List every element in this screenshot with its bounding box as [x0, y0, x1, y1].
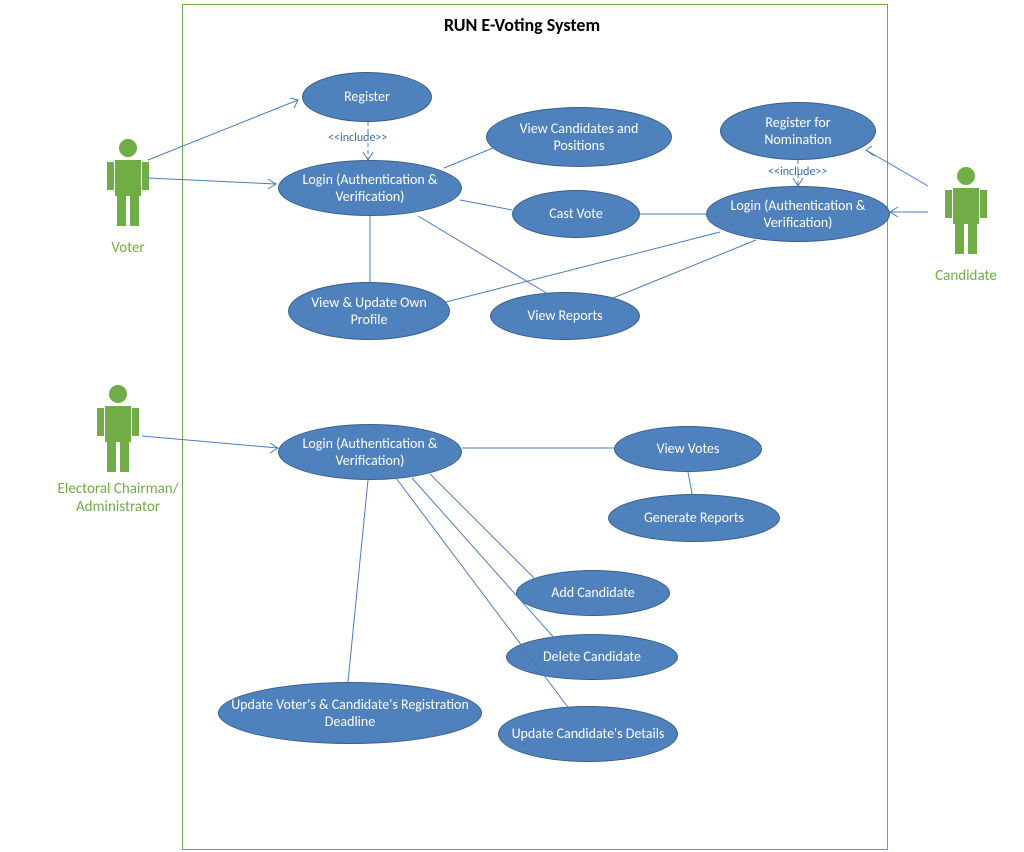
usecase-register-nomination: Register for Nomination — [720, 102, 876, 160]
usecase-view-reports: View Reports — [490, 292, 640, 340]
actor-voter: Voter — [98, 138, 158, 257]
actor-admin-label-1: Electoral Chairman/ — [48, 480, 188, 498]
usecase-login-admin: Login (Authentication & Verification) — [278, 424, 462, 480]
actor-admin: Electoral Chairman/ Administrator — [48, 384, 188, 516]
usecase-view-candidates: View Candidates and Positions — [486, 107, 672, 167]
usecase-login-voter: Login (Authentication & Verification) — [278, 160, 462, 216]
usecase-add-candidate: Add Candidate — [516, 570, 670, 616]
usecase-login-candidate: Login (Authentication & Verification) — [706, 186, 890, 242]
actor-candidate-label: Candidate — [926, 267, 1006, 285]
usecase-cast-vote: Cast Vote — [512, 190, 640, 238]
actor-admin-label-2: Administrator — [48, 498, 188, 516]
actor-candidate: Candidate — [926, 166, 1006, 285]
diagram-title: RUN E-Voting System — [444, 14, 600, 36]
include-label-candidate: <<include>> — [768, 165, 827, 179]
usecase-register: Register — [302, 72, 432, 122]
usecase-view-votes: View Votes — [614, 426, 762, 472]
person-icon — [95, 384, 141, 476]
include-label-voter: <<include>> — [328, 131, 387, 145]
usecase-generate-reports: Generate Reports — [608, 494, 780, 542]
usecase-view-update-profile: View & Update Own Profile — [288, 282, 450, 340]
person-icon — [105, 138, 151, 230]
usecase-update-details: Update Candidate's Details — [498, 706, 678, 762]
usecase-update-deadline: Update Voter's & Candidate's Registratio… — [218, 682, 482, 744]
person-icon — [943, 166, 989, 258]
actor-voter-label: Voter — [98, 239, 158, 257]
usecase-delete-candidate: Delete Candidate — [506, 634, 678, 680]
